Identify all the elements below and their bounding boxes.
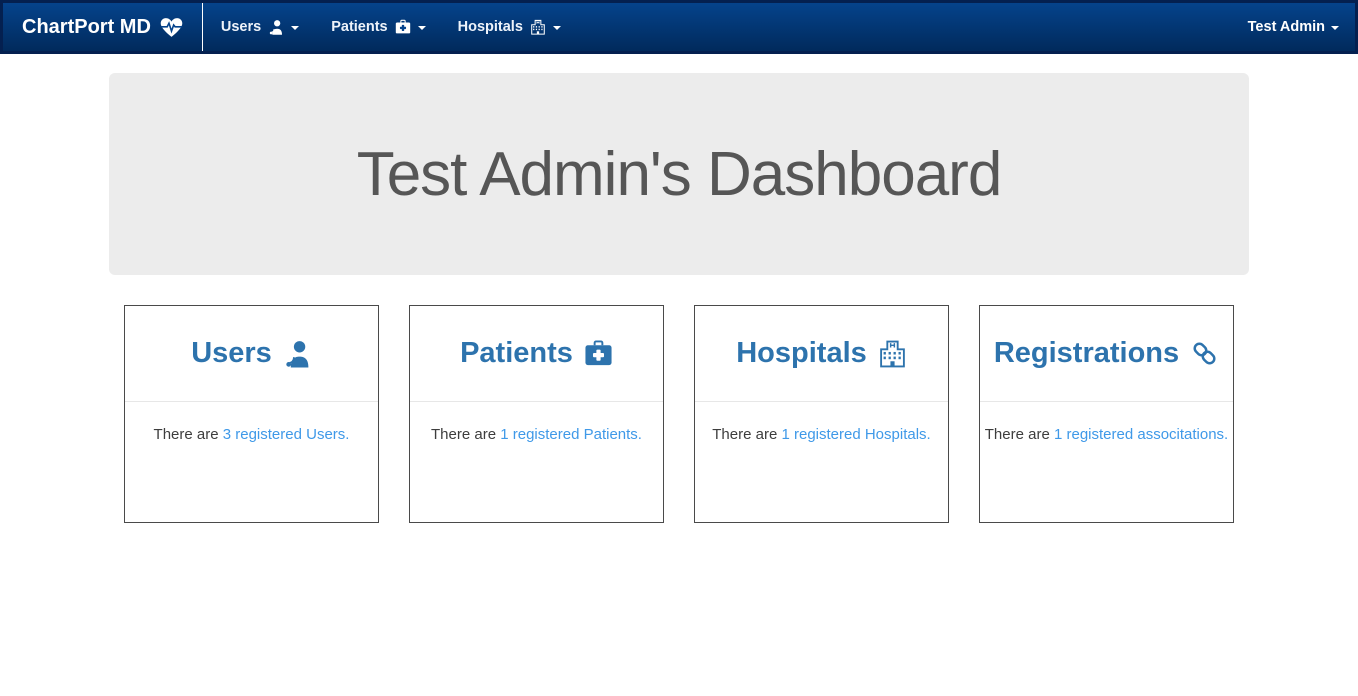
heartbeat-icon [160, 17, 183, 38]
caret-down-icon [1331, 26, 1339, 30]
panel-registrations-body: There are 1 registered associtations. [980, 402, 1233, 443]
panel-registrations: Registrations There are 1 registered ass… [979, 305, 1234, 523]
main-nav: Users Patients Hospitals [203, 3, 577, 51]
hospital-icon [878, 339, 907, 368]
panel-hospitals-body: There are 1 registered Hospitals. [695, 402, 948, 443]
panel-users-body: There are 3 registered Users. [125, 402, 378, 443]
panel-hospitals-title: Hospitals [736, 337, 867, 369]
brand-label: ChartPort MD [22, 15, 151, 38]
patients-count-link[interactable]: 1 registered Patients. [500, 426, 642, 443]
nav-item-patients[interactable]: Patients [315, 3, 441, 51]
page-title: Test Admin's Dashboard [356, 139, 1003, 209]
jumbotron: Test Admin's Dashboard [109, 73, 1249, 275]
panel-patients-heading: Patients [410, 306, 663, 402]
panel-users-heading: Users [125, 306, 378, 402]
user-menu-label: Test Admin [1247, 19, 1325, 35]
panel-users: Users There are 3 registered Users. [124, 305, 379, 523]
navbar-right: Test Admin [1248, 3, 1355, 51]
caret-down-icon [552, 26, 561, 30]
panel-patients-title: Patients [460, 337, 573, 369]
hospitals-count-link[interactable]: 1 registered Hospitals. [781, 426, 930, 443]
nav-item-patients-label: Patients [331, 19, 388, 35]
panel-patients-text: There are [431, 426, 501, 443]
panel-registrations-title: Registrations [993, 337, 1180, 369]
user-menu[interactable]: Test Admin [1248, 19, 1339, 35]
user-md-icon [283, 339, 312, 368]
panel-registrations-text: There are [984, 426, 1054, 443]
panel-registrations-heading: Registrations [980, 306, 1233, 402]
registrations-count-link[interactable]: 1 registered associtations. [1054, 426, 1228, 443]
brand-link[interactable]: ChartPort MD [3, 3, 202, 51]
main-container: Test Admin's Dashboard Users There are 3… [109, 73, 1249, 523]
medkit-icon [584, 339, 613, 368]
navbar: ChartPort MD Users Patients Hospitals Te… [0, 0, 1358, 54]
caret-down-icon [291, 26, 300, 30]
panel-patients: Patients There are 1 registered Patients… [409, 305, 664, 523]
user-md-icon [268, 19, 284, 35]
panel-hospitals: Hospitals There are 1 registered Hospita… [694, 305, 949, 523]
nav-item-users[interactable]: Users [205, 3, 315, 51]
users-count-link[interactable]: 3 registered Users. [223, 426, 350, 443]
panel-hospitals-heading: Hospitals [695, 306, 948, 402]
hospital-icon [530, 19, 546, 35]
panel-patients-body: There are 1 registered Patients. [410, 402, 663, 443]
nav-item-hospitals-label: Hospitals [457, 19, 523, 35]
summary-panels: Users There are 3 registered Users. Pati… [124, 305, 1234, 523]
panel-users-title: Users [191, 337, 272, 369]
caret-down-icon [417, 26, 426, 30]
panel-hospitals-text: There are [712, 426, 782, 443]
panel-users-text: There are [153, 426, 223, 443]
nav-item-hospitals[interactable]: Hospitals [442, 3, 577, 51]
medkit-icon [395, 19, 411, 35]
nav-item-users-label: Users [220, 19, 262, 35]
link-icon [1190, 339, 1219, 368]
